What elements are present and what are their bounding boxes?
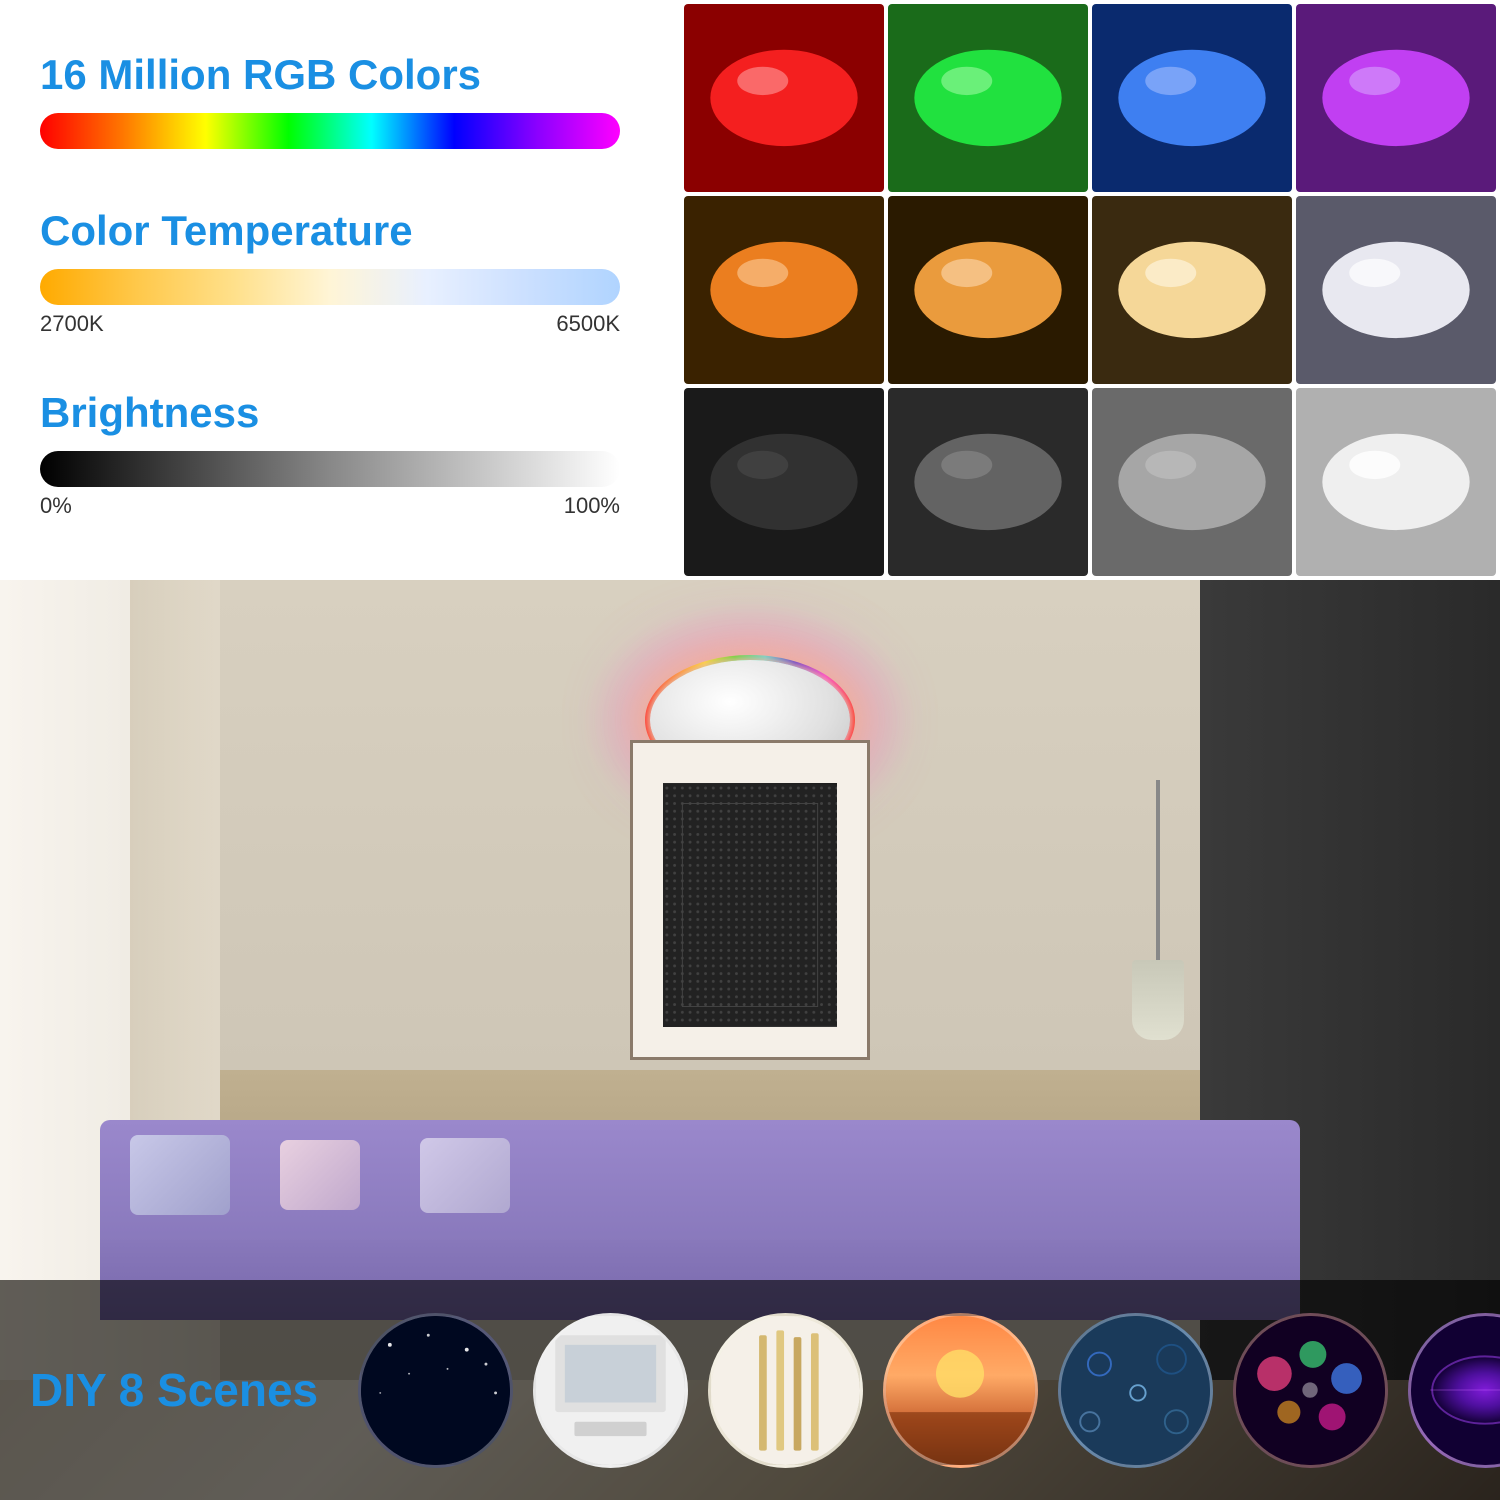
brightness-title: Brightness [40,389,640,437]
color-cell-warm-orange [684,196,884,384]
scene-colorful-lights[interactable] [1233,1313,1388,1468]
color-cell-red [684,4,884,192]
color-cell-dim-1 [684,388,884,576]
color-cell-warm-white [1092,196,1292,384]
brightness-max-label: 100% [564,493,620,519]
pendant-cord [1156,780,1160,980]
temperature-bar[interactable] [40,269,620,305]
pendant-shade [1132,960,1184,1040]
rgb-block: 16 Million RGB Colors [40,51,640,155]
scene-office[interactable] [533,1313,688,1468]
pillow-3 [420,1138,510,1213]
rgb-title: 16 Million RGB Colors [40,51,640,99]
brightness-labels: 0% 100% [40,493,620,519]
pillow-2 [280,1140,360,1210]
temp-max-label: 6500K [556,311,620,337]
scenes-row [358,1313,1500,1468]
wall-artwork [630,740,870,1060]
room-photo: DIY 8 Scenes [0,580,1500,1500]
scene-night-sky[interactable] [358,1313,513,1468]
pillow-1 [130,1135,230,1215]
left-panel: 16 Million RGB Colors Color Temperature … [0,0,680,580]
diy-section: DIY 8 Scenes [0,1280,1500,1500]
brightness-block: Brightness 0% 100% [40,389,640,519]
color-cell-blue [1092,4,1292,192]
temperature-labels: 2700K 6500K [40,311,620,337]
rgb-bar[interactable] [40,113,620,149]
color-cell-warm-amber [888,196,1088,384]
top-section: 16 Million RGB Colors Color Temperature … [0,0,1500,580]
temperature-block: Color Temperature 2700K 6500K [40,207,640,337]
color-cell-cool-white [1296,196,1496,384]
brightness-bar[interactable] [40,451,620,487]
color-cell-purple [1296,4,1496,192]
scene-bokeh[interactable] [1058,1313,1213,1468]
color-cell-green [888,4,1088,192]
artwork-inner [663,783,837,1027]
brightness-min-label: 0% [40,493,72,519]
diy-title: DIY 8 Scenes [30,1363,318,1417]
sofa-back [100,1120,1300,1250]
color-cell-bright [1296,388,1496,576]
scene-cosmic[interactable] [1408,1313,1500,1468]
color-grid [680,0,1500,580]
color-cell-dim-2 [888,388,1088,576]
temperature-title: Color Temperature [40,207,640,255]
temp-min-label: 2700K [40,311,104,337]
scene-pencils[interactable] [708,1313,863,1468]
scene-sunset[interactable] [883,1313,1038,1468]
color-cell-dim-3 [1092,388,1292,576]
